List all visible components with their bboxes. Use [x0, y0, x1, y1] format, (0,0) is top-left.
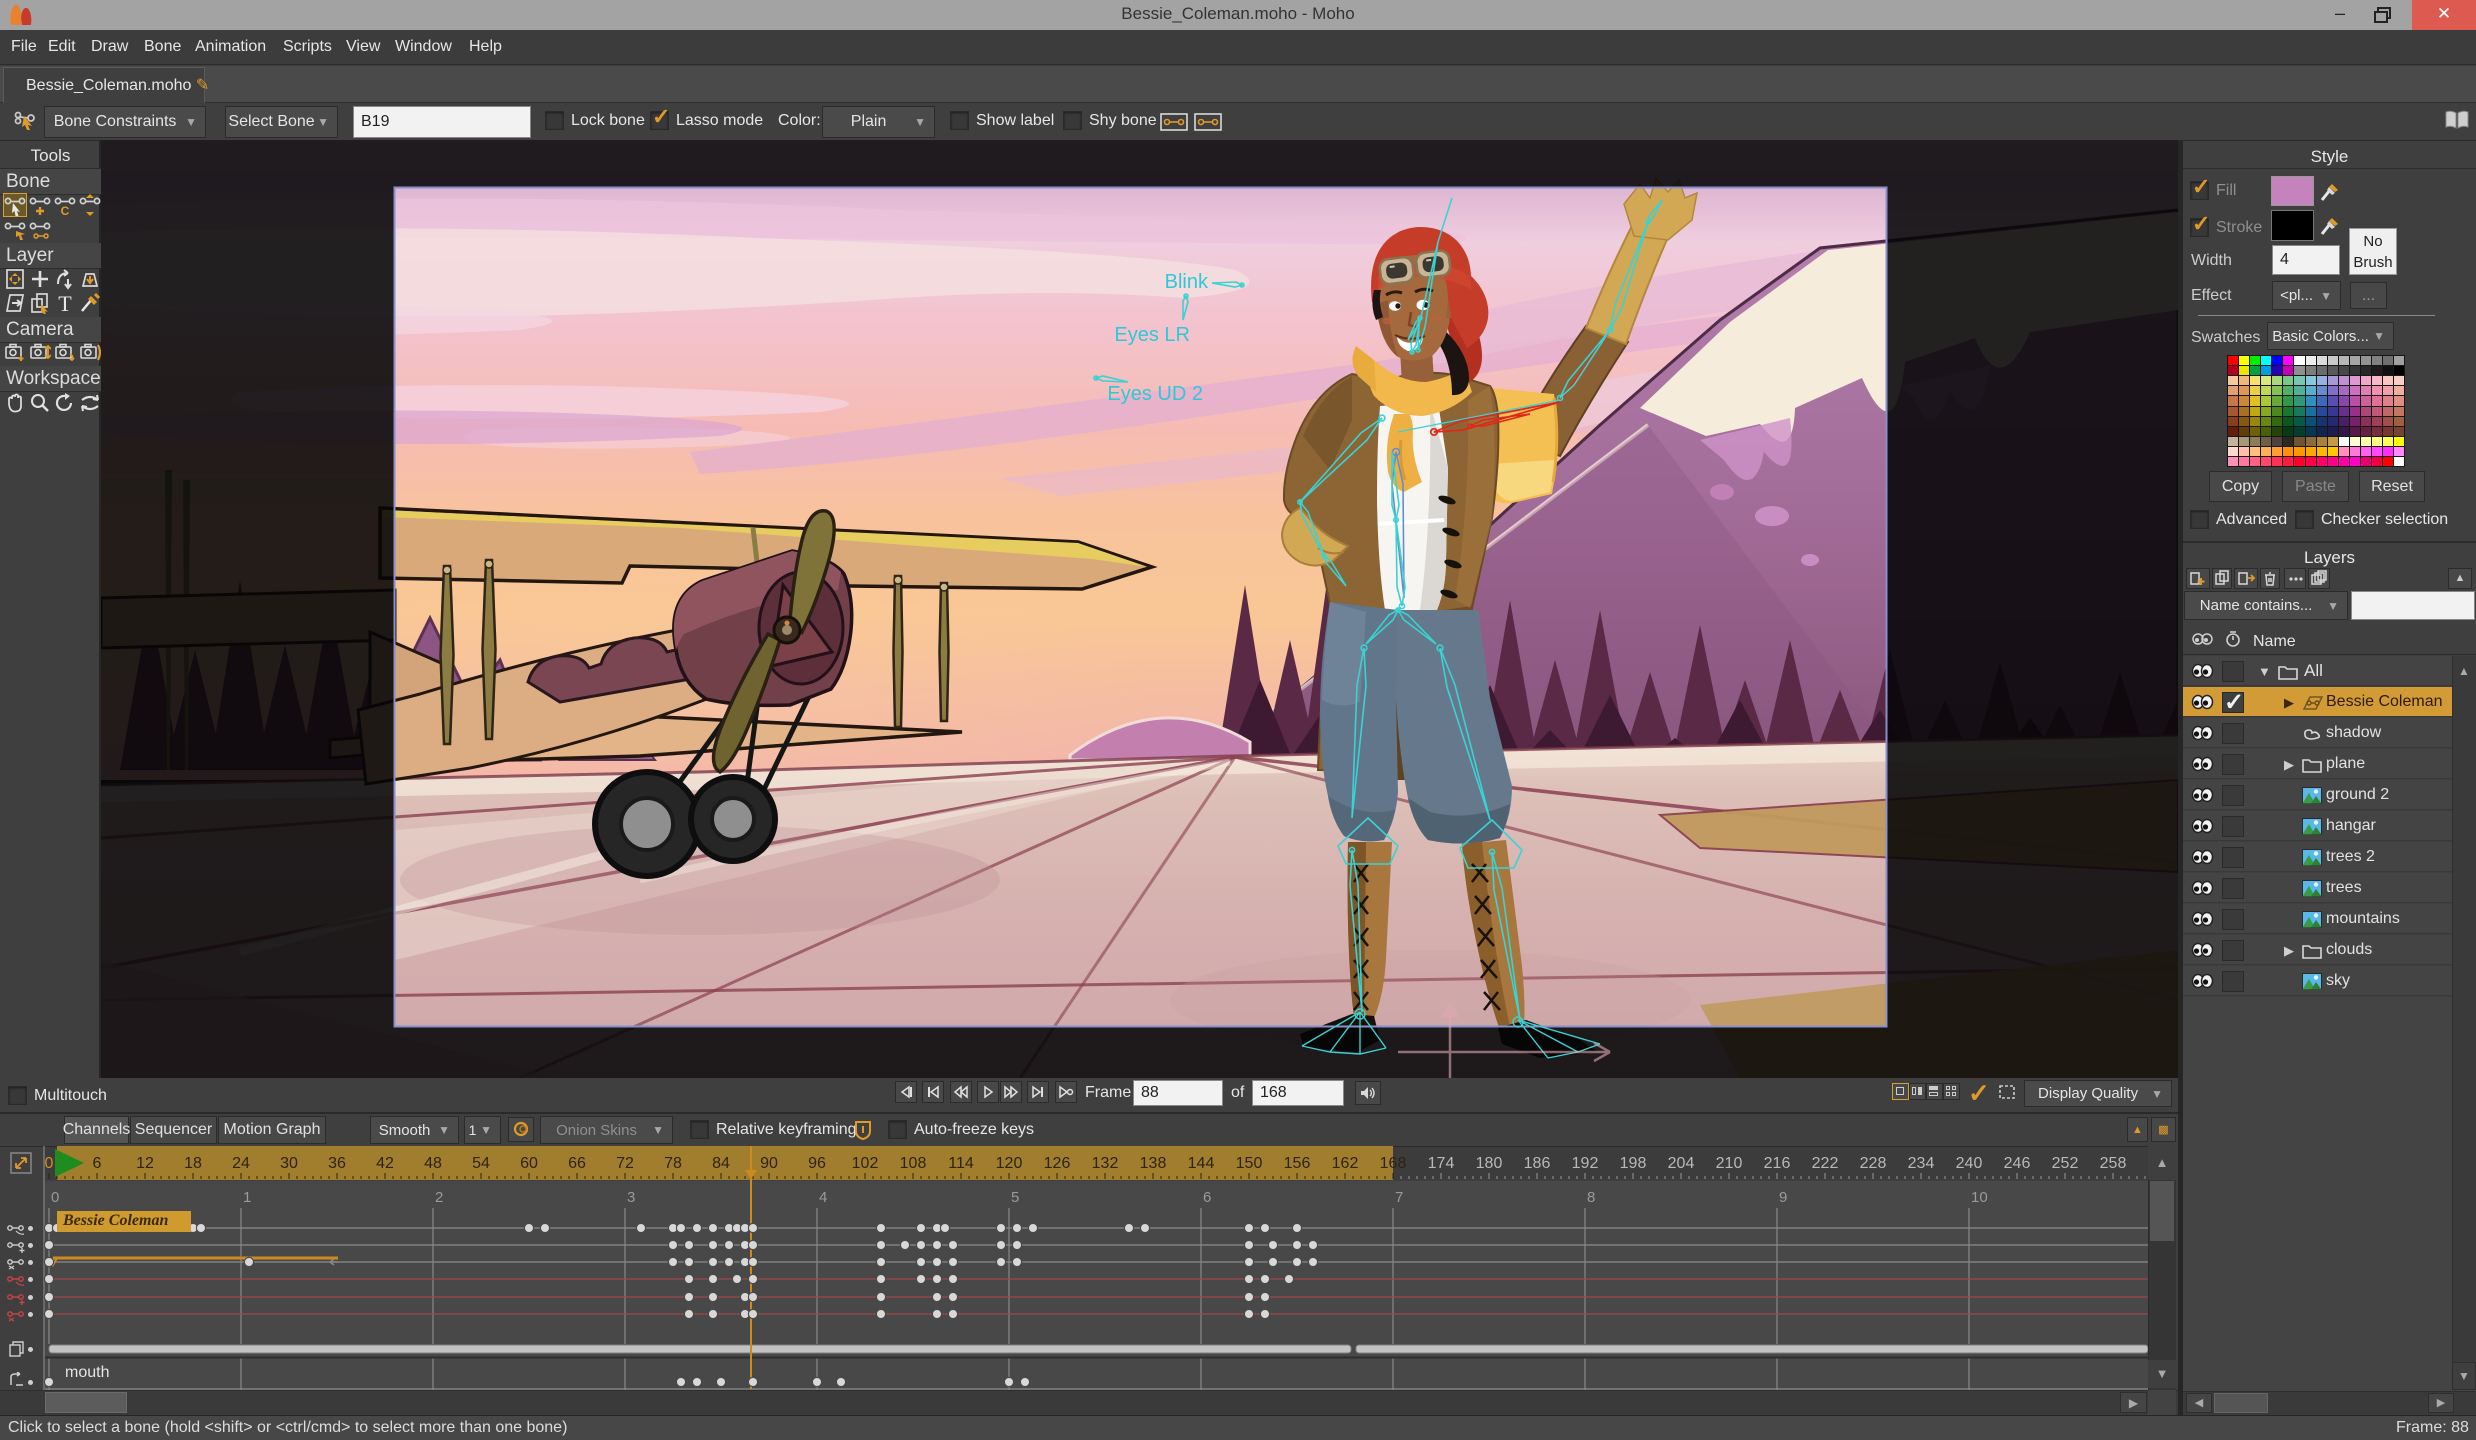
svg-text:1: 1: [243, 1189, 251, 1206]
svg-text:0: 0: [51, 1189, 59, 1206]
svg-text:Blink: Blink: [1165, 271, 1209, 293]
svg-text:5: 5: [1011, 1189, 1019, 1206]
svg-text:Eyes UD 2: Eyes UD 2: [1107, 383, 1203, 405]
svg-text:7: 7: [1395, 1189, 1403, 1206]
svg-text:C: C: [61, 204, 70, 217]
svg-text:Eyes LR: Eyes LR: [1114, 324, 1190, 346]
svg-text:T: T: [58, 292, 72, 314]
svg-text:4: 4: [819, 1189, 827, 1206]
svg-text:9: 9: [1779, 1189, 1787, 1206]
svg-text:2: 2: [435, 1189, 443, 1206]
svg-text:10: 10: [1971, 1189, 1988, 1206]
svg-text:6: 6: [1203, 1189, 1211, 1206]
svg-text:3: 3: [627, 1189, 635, 1206]
svg-text:8: 8: [1587, 1189, 1595, 1206]
